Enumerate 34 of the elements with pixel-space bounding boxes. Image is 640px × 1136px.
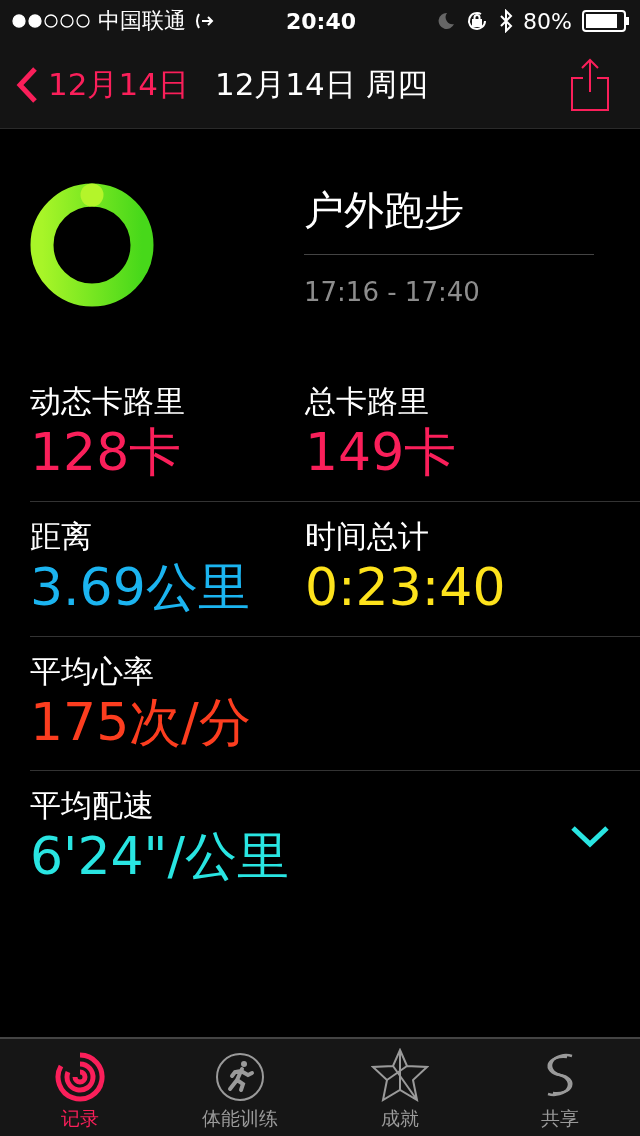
tab[interactable]: 记录 (0, 1039, 160, 1136)
battery-percent: 80% (523, 8, 572, 34)
metric-label: 动态卡路里 (30, 382, 185, 421)
carrier-name: 中国联通 (98, 7, 186, 35)
runner-icon (215, 1052, 265, 1102)
share-icon[interactable] (570, 58, 610, 112)
battery-icon (582, 10, 630, 32)
workout-name: 户外跑步 (304, 183, 594, 255)
metric-value: 0:23:40 (305, 557, 506, 618)
tab[interactable]: 成就 (320, 1039, 480, 1136)
back-chevron-icon (16, 66, 38, 104)
metric-value: 149卡 (305, 423, 457, 483)
metric-label: 总卡路里 (305, 382, 429, 421)
status-time: 20:40 (286, 8, 356, 34)
metric-label: 距离 (30, 516, 92, 556)
rings-icon (55, 1052, 105, 1102)
metric-value: 175次/分 (30, 692, 251, 753)
back-link[interactable]: 12月14日 (16, 64, 189, 106)
tab[interactable]: 体能训练 (160, 1039, 320, 1136)
tab[interactable]: 共享 (480, 1039, 640, 1136)
metric-value: 3.69公里 (30, 557, 250, 618)
bluetooth-icon (499, 9, 514, 33)
metric-value: 128卡 (30, 423, 182, 483)
call-forward-icon (194, 11, 214, 31)
nav-title: 12月14日 周四 (214, 65, 429, 104)
metric-value: 6'24"/公里 (30, 827, 289, 888)
star-icon (371, 1048, 429, 1102)
metric-label: 时间总计 (305, 516, 429, 556)
expand-chevron-icon[interactable] (570, 824, 610, 849)
metric-label: 平均心率 (30, 651, 154, 691)
metric-label: 平均配速 (30, 786, 154, 826)
workout-time-range: 17:16 - 17:40 (304, 277, 481, 307)
moon-icon (437, 12, 456, 30)
signal-dots-icon (12, 14, 90, 28)
